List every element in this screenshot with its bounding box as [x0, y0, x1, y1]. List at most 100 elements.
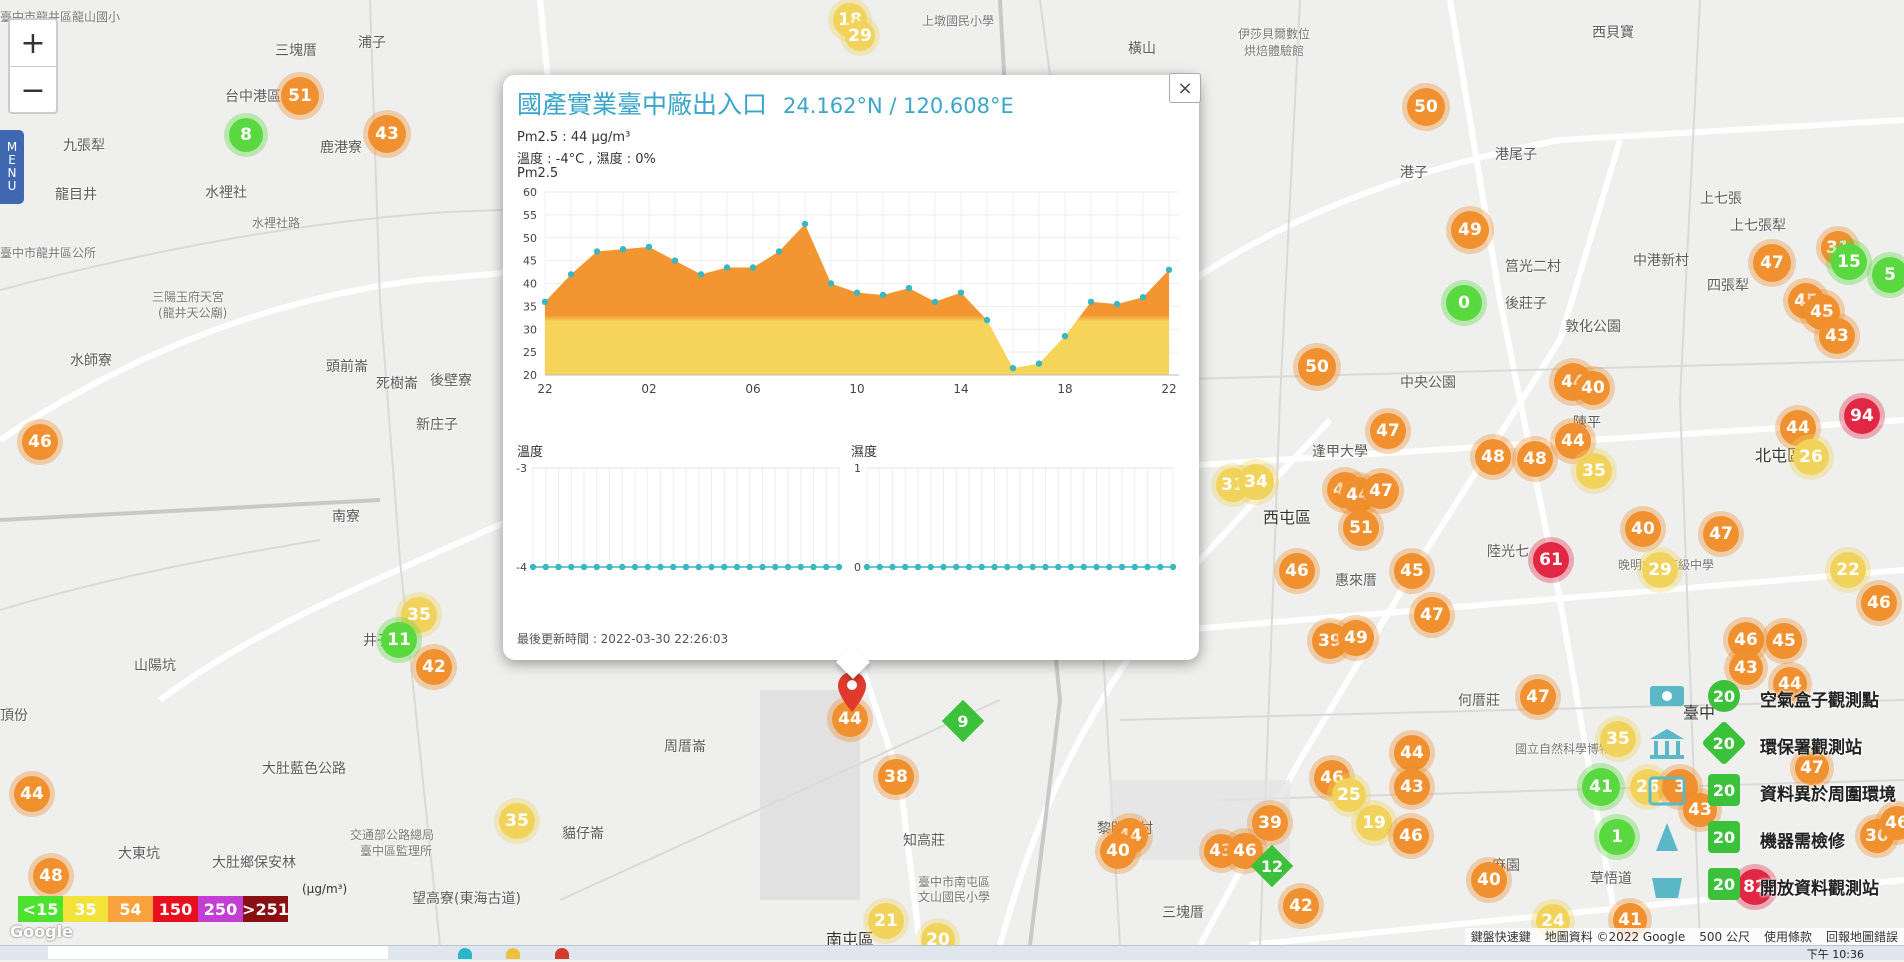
station-marker[interactable]: 47 — [1753, 244, 1791, 282]
station-marker[interactable]: 61 — [1533, 542, 1569, 578]
station-marker[interactable]: 45 — [1766, 623, 1802, 659]
station-marker[interactable]: 15 — [1831, 244, 1867, 280]
station-marker[interactable]: 48 — [33, 858, 69, 894]
station-marker[interactable]: 47 — [1370, 413, 1406, 449]
station-marker[interactable]: 40 — [1576, 371, 1610, 405]
place-label: 陸光七 — [1487, 544, 1529, 560]
station-marker[interactable]: 26 — [1793, 439, 1829, 475]
station-marker[interactable]: 47 — [1363, 473, 1399, 509]
station-name: 國產實業臺中廠出入口 — [517, 90, 768, 119]
pm25-point — [879, 291, 887, 299]
zoom-control: + − — [8, 18, 58, 114]
station-marker[interactable]: 43 — [1394, 769, 1430, 805]
station-marker[interactable]: 43 — [368, 115, 406, 153]
station-marker[interactable]: 29 — [1642, 552, 1678, 588]
epa-station-marker[interactable]: 9 — [941, 699, 985, 743]
station-marker[interactable]: 44 — [1555, 423, 1591, 459]
epa-station-marker[interactable]: 12 — [1250, 844, 1294, 888]
station-marker[interactable]: 94 — [1844, 398, 1880, 434]
taskbar-folder-icon[interactable] — [506, 948, 520, 959]
station-marker[interactable]: 35 — [1576, 453, 1612, 489]
taskbar-app-icon[interactable] — [458, 948, 472, 959]
station-marker[interactable]: 48 — [1517, 441, 1553, 477]
station-marker[interactable]: 35 — [1600, 721, 1636, 757]
station-marker[interactable]: 44 — [1394, 735, 1430, 771]
station-marker[interactable]: 40 — [1625, 511, 1661, 547]
small-point — [670, 563, 677, 571]
pm-x-tick: 22 — [537, 382, 552, 396]
station-marker[interactable]: 46 — [1279, 553, 1315, 589]
station-marker[interactable]: 11 — [381, 622, 417, 658]
zoom-out-button[interactable]: − — [10, 67, 56, 113]
station-marker[interactable]: 51 — [281, 77, 319, 115]
small-y-tick: 1 — [854, 462, 861, 475]
place-label: 山陽坑 — [134, 658, 176, 674]
place-label: 知高莊 — [903, 833, 945, 849]
station-marker[interactable]: 50 — [1298, 348, 1336, 386]
station-marker[interactable]: 29 — [845, 21, 875, 51]
station-marker[interactable]: 35 — [499, 803, 535, 839]
scale-swatch: >251 — [242, 896, 289, 922]
place-label: 臺中區監理所 — [360, 844, 433, 858]
pm25-point — [645, 243, 653, 251]
station-marker[interactable]: 46 — [1861, 585, 1897, 621]
station-marker[interactable]: 21 — [868, 903, 904, 939]
station-marker[interactable]: 42 — [416, 649, 452, 685]
attribution-link[interactable]: 鍵盤快速鍵 — [1471, 928, 1531, 945]
taskbar-chrome-icon[interactable] — [555, 948, 569, 959]
attribution-link[interactable]: 回報地圖錯誤 — [1826, 928, 1898, 945]
popup-close-button[interactable]: × — [1169, 73, 1201, 103]
station-marker[interactable]: 49 — [1451, 211, 1489, 249]
small-point — [580, 563, 588, 571]
small-point — [940, 563, 947, 571]
small-point — [721, 563, 728, 571]
station-marker[interactable]: 47 — [1703, 516, 1739, 552]
place-label: 港尾子 — [1495, 147, 1537, 163]
zoom-in-button[interactable]: + — [10, 20, 56, 67]
station-marker[interactable]: 38 — [878, 759, 914, 795]
station-marker[interactable]: 40 — [1100, 833, 1136, 869]
station-marker[interactable]: 8 — [229, 118, 263, 152]
station-marker[interactable]: 40 — [1471, 862, 1507, 898]
place-label: 草悟道 — [1590, 871, 1632, 887]
maintenance-icon — [1656, 823, 1678, 851]
station-marker[interactable]: 46 — [1393, 818, 1429, 854]
station-marker[interactable]: 48 — [1475, 439, 1511, 475]
station-marker[interactable]: 43 — [1819, 318, 1855, 354]
station-marker[interactable]: 39 — [1252, 805, 1288, 841]
pm-y-tick: 40 — [523, 278, 537, 291]
attribution-link[interactable]: 地圖資料 ©2022 Google — [1545, 928, 1686, 945]
pm-y-tick: 35 — [523, 300, 537, 313]
station-marker[interactable]: 49 — [1338, 620, 1374, 656]
pm25-point — [827, 280, 835, 287]
station-marker[interactable]: 25 — [1332, 778, 1366, 812]
place-label: 敦化公園 — [1565, 319, 1621, 335]
station-marker[interactable]: 5 — [1872, 257, 1904, 293]
station-marker[interactable]: 22 — [1830, 552, 1866, 588]
attribution-link[interactable]: 使用條款 — [1764, 928, 1812, 945]
humidity-chart: 01 — [854, 462, 1177, 574]
station-marker[interactable]: 42 — [1283, 888, 1319, 924]
station-marker[interactable]: 0 — [1446, 285, 1482, 321]
station-marker[interactable]: 50 — [1407, 88, 1445, 126]
station-marker[interactable]: 46 — [22, 424, 58, 460]
menu-button[interactable]: M E N U — [0, 130, 24, 204]
small-point — [593, 563, 600, 571]
station-marker[interactable]: 19 — [1356, 805, 1392, 841]
station-marker[interactable]: 41 — [1582, 768, 1620, 806]
pm25-point — [957, 289, 965, 296]
place-label: 大東坑 — [118, 846, 160, 862]
station-marker[interactable]: 47 — [1520, 679, 1556, 715]
station-marker[interactable]: 45 — [1394, 553, 1430, 589]
place-label: 大肚鄉保安林 — [212, 855, 296, 871]
station-marker[interactable]: 34 — [1238, 464, 1274, 500]
taskbar-search[interactable] — [48, 946, 388, 959]
attribution-link[interactable]: 500 公尺 — [1699, 928, 1750, 945]
station-marker[interactable]: 44 — [14, 776, 50, 812]
small-point — [823, 563, 830, 571]
station-marker[interactable]: 51 — [1343, 510, 1379, 546]
small-point — [784, 563, 792, 571]
station-marker[interactable]: 1 — [1599, 819, 1635, 855]
station-marker[interactable]: 47 — [1414, 597, 1450, 633]
small-point — [1106, 563, 1113, 571]
